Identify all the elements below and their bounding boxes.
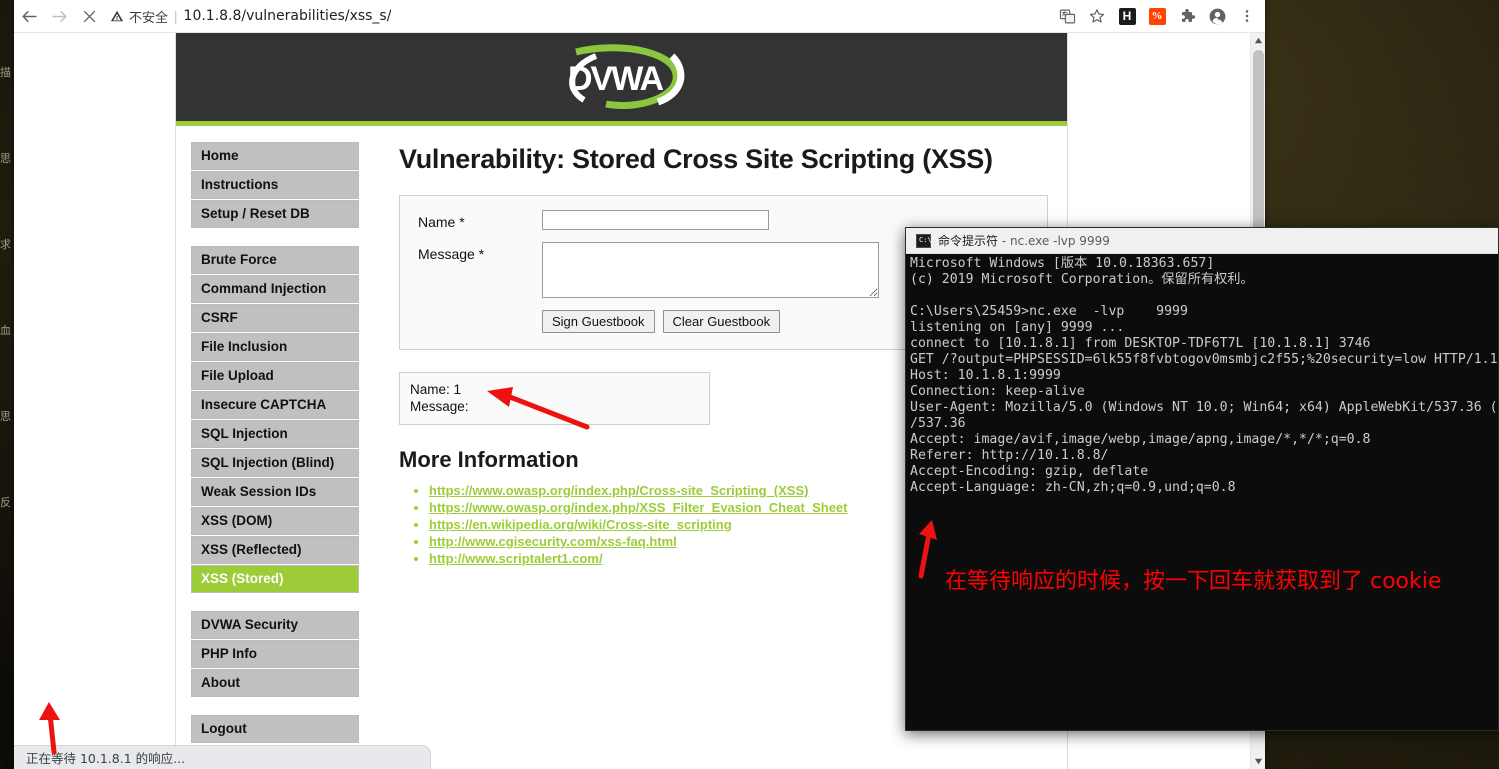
command-prompt-titlebar[interactable]: C:\ 命令提示符 - nc.exe -lvp 9999 — [906, 228, 1498, 254]
profile-avatar-icon[interactable] — [1203, 2, 1231, 30]
not-secure-label: 不安全 — [129, 10, 169, 26]
chrome-menu-icon[interactable] — [1233, 2, 1261, 30]
extension-orange-icon[interactable]: % — [1143, 2, 1171, 30]
command-prompt-icon: C:\ — [916, 233, 932, 248]
more-info-link-wikipedia[interactable]: https://en.wikipedia.org/wiki/Cross-site… — [429, 517, 732, 532]
message-label: Message * — [418, 246, 485, 262]
toolbar-icon-group: H % — [1053, 2, 1265, 30]
sidebar-item-home[interactable]: Home — [191, 142, 359, 170]
extension-h-badge: H — [1118, 7, 1136, 25]
extension-orange-badge: % — [1148, 7, 1166, 25]
omnibox-separator: | — [174, 8, 178, 24]
sidebar-item-xss-reflected[interactable]: XSS (Reflected) — [191, 536, 359, 564]
sidebar-group-3: DVWA Security PHP Info About — [191, 611, 359, 697]
sidebar-item-xss-dom[interactable]: XSS (DOM) — [191, 507, 359, 535]
back-arrow-icon[interactable] — [14, 1, 44, 31]
stop-loading-icon[interactable] — [74, 1, 104, 31]
svg-text:DVWA: DVWA — [568, 60, 663, 98]
scroll-up-arrow-icon[interactable] — [1251, 33, 1265, 48]
browser-status-bubble: 正在等待 10.1.8.1 的响应... — [14, 745, 431, 769]
more-info-link-owasp-filter-evasion[interactable]: https://www.owasp.org/index.php/XSS_Filt… — [429, 500, 848, 515]
sidebar-item-sql-injection-blind[interactable]: SQL Injection (Blind) — [191, 449, 359, 477]
sidebar-item-dvwa-security[interactable]: DVWA Security — [191, 611, 359, 639]
sign-guestbook-button[interactable]: Sign Guestbook — [542, 310, 655, 333]
clear-guestbook-button[interactable]: Clear Guestbook — [662, 310, 781, 333]
command-prompt-command: - nc.exe -lvp 9999 — [1001, 234, 1110, 248]
sidebar-item-insecure-captcha[interactable]: Insecure CAPTCHA — [191, 391, 359, 419]
guestbook-entry-name: Name: 1 — [410, 382, 462, 397]
sidebar-item-logout[interactable]: Logout — [191, 715, 359, 743]
sidebar-item-instructions[interactable]: Instructions — [191, 171, 359, 199]
extensions-puzzle-icon[interactable] — [1173, 2, 1201, 30]
dvwa-logo: DVWA — [568, 44, 684, 110]
sidebar-item-file-upload[interactable]: File Upload — [191, 362, 359, 390]
scroll-down-arrow-icon[interactable] — [1251, 754, 1265, 769]
translate-icon[interactable] — [1053, 2, 1081, 30]
sidebar-item-brute-force[interactable]: Brute Force — [191, 246, 359, 274]
message-input[interactable] — [542, 242, 879, 298]
name-label: Name * — [418, 214, 465, 230]
desktop-edge-text: 描 思 求 血 思 反 — [0, 66, 11, 509]
sidebar-item-sql-injection[interactable]: SQL Injection — [191, 420, 359, 448]
extension-h-icon[interactable]: H — [1113, 2, 1141, 30]
sidebar-item-setup-reset-db[interactable]: Setup / Reset DB — [191, 200, 359, 228]
page-title: Vulnerability: Stored Cross Site Scripti… — [399, 144, 993, 174]
more-info-link-scriptalert1[interactable]: http://www.scriptalert1.com/ — [429, 551, 603, 566]
name-input[interactable] — [542, 210, 769, 230]
sidebar-group-4: Logout — [191, 715, 359, 743]
dvwa-sidebar: Home Instructions Setup / Reset DB Brute… — [176, 126, 359, 769]
command-prompt-window[interactable]: C:\ 命令提示符 - nc.exe -lvp 9999 Microsoft W… — [905, 227, 1499, 731]
bookmark-star-icon[interactable] — [1083, 2, 1111, 30]
command-prompt-title: 命令提示符 - nc.exe -lvp 9999 — [938, 232, 1110, 249]
omnibox-url-text: 10.1.8.8/vulnerabilities/xss_s/ — [183, 8, 392, 24]
sidebar-group-2: Brute Force Command Injection CSRF File … — [191, 246, 359, 593]
not-secure-indicator[interactable]: 不安全 — [110, 7, 168, 26]
sidebar-item-command-injection[interactable]: Command Injection — [191, 275, 359, 303]
sidebar-group-1: Home Instructions Setup / Reset DB — [191, 142, 359, 228]
guestbook-entry-message: Message: — [410, 399, 469, 414]
sidebar-item-csrf[interactable]: CSRF — [191, 304, 359, 332]
sidebar-item-file-inclusion[interactable]: File Inclusion — [191, 333, 359, 361]
sidebar-item-weak-session-ids[interactable]: Weak Session IDs — [191, 478, 359, 506]
sidebar-item-about[interactable]: About — [191, 669, 359, 697]
dvwa-header: DVWA — [176, 33, 1067, 126]
command-prompt-output: Microsoft Windows [版本 10.0.18363.657] (c… — [910, 256, 1498, 495]
sidebar-item-xss-stored[interactable]: XSS (Stored) — [191, 565, 359, 593]
address-bar[interactable]: 不安全 | 10.1.8.8/vulnerabilities/xss_s/ — [110, 2, 1045, 30]
warning-triangle-icon — [110, 10, 124, 22]
more-info-link-cgisecurity[interactable]: http://www.cgisecurity.com/xss-faq.html — [429, 534, 677, 549]
guestbook-entry: Name: 1 Message: — [399, 372, 710, 425]
browser-toolbar: 不安全 | 10.1.8.8/vulnerabilities/xss_s/ H … — [14, 0, 1265, 33]
sidebar-item-php-info[interactable]: PHP Info — [191, 640, 359, 668]
command-prompt-app-name: 命令提示符 — [938, 234, 999, 248]
forward-arrow-icon — [44, 1, 74, 31]
more-info-link-owasp-xss[interactable]: https://www.owasp.org/index.php/Cross-si… — [429, 483, 808, 498]
